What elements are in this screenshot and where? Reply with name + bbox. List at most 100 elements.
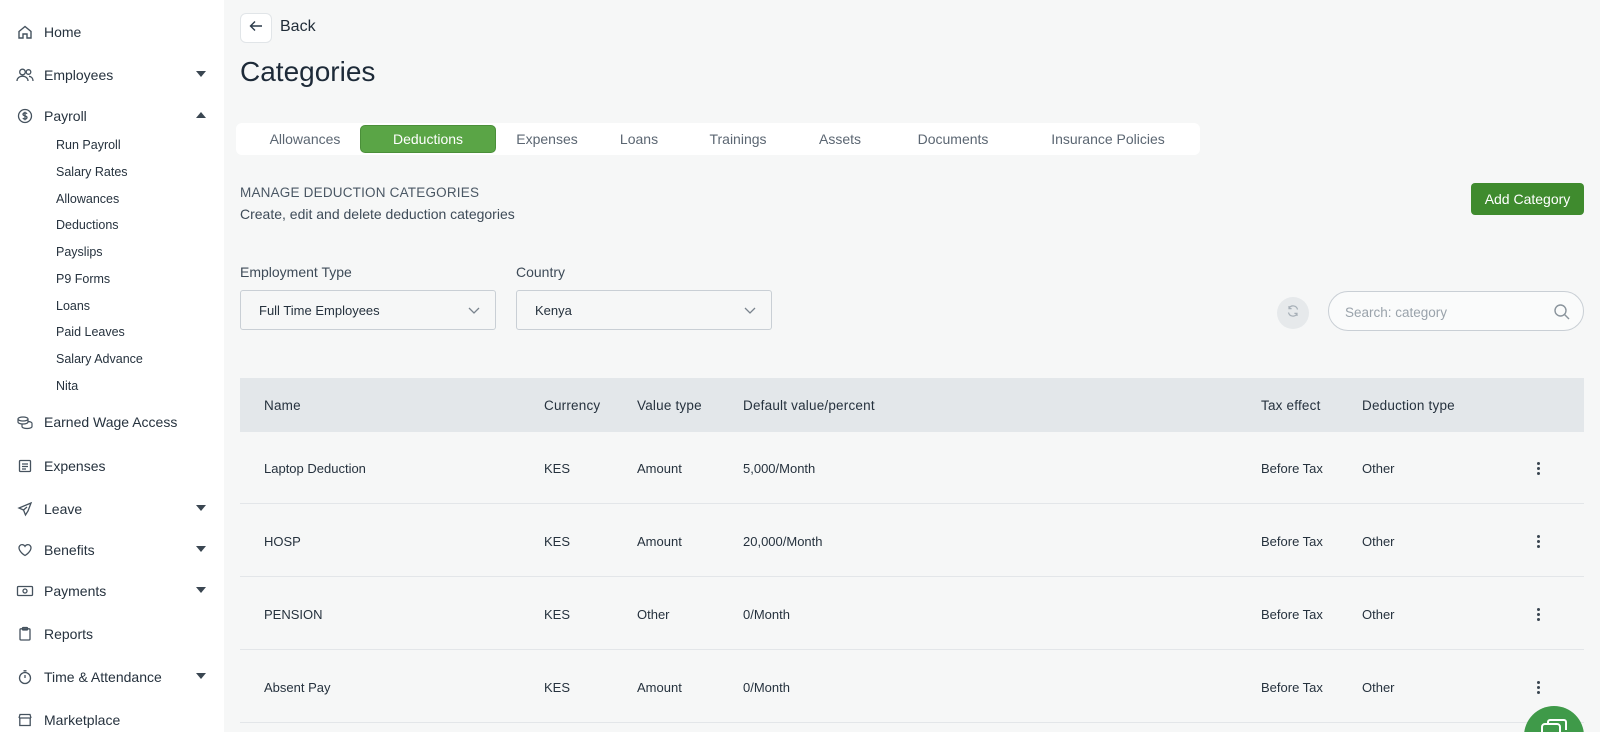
chevron-up-icon	[196, 112, 206, 118]
table-row[interactable]: HOSP KES Amount 20,000/Month Before Tax …	[240, 505, 1584, 577]
table-header: Name Currency Value type Default value/p…	[240, 378, 1584, 432]
chat-icon	[1540, 718, 1568, 732]
clipboard-icon	[16, 625, 34, 643]
cell-currency: KES	[544, 461, 571, 476]
cell-value-type: Amount	[637, 680, 682, 695]
nav-reports[interactable]: Reports	[0, 617, 224, 651]
tab-trainings[interactable]: Trainings	[698, 125, 778, 153]
more-options-icon[interactable]	[1530, 675, 1546, 699]
cell-deduction-type: Other	[1362, 680, 1395, 695]
tab-allowances[interactable]: Allowances	[252, 125, 358, 153]
tab-expenses[interactable]: Expenses	[504, 125, 590, 153]
arrow-left-icon	[249, 19, 263, 37]
search-input[interactable]	[1345, 301, 1545, 323]
sidebar-item-paid-leaves[interactable]: Paid Leaves	[56, 320, 125, 344]
cell-name: Laptop Deduction	[264, 461, 366, 476]
sidebar-item-run-payroll[interactable]: Run Payroll	[56, 133, 121, 157]
refresh-icon	[1286, 304, 1300, 323]
country-value: Kenya	[535, 302, 572, 318]
column-header-tax-effect: Tax effect	[1261, 398, 1321, 413]
chevron-down-icon	[743, 303, 757, 320]
more-options-icon[interactable]	[1530, 602, 1546, 626]
back-button[interactable]	[240, 13, 272, 43]
tab-insurance-policies[interactable]: Insurance Policies	[1034, 125, 1182, 153]
nav-marketplace-label: Marketplace	[44, 712, 121, 728]
cell-default-value: 5,000/Month	[743, 461, 816, 476]
column-header-deduction-type: Deduction type	[1362, 398, 1455, 413]
search-icon[interactable]	[1553, 303, 1571, 326]
nav-time-attendance-label: Time & Attendance	[44, 669, 162, 685]
page-title: Categories	[240, 56, 376, 87]
sidebar-item-salary-advance[interactable]: Salary Advance	[56, 347, 143, 371]
nav-payments-label: Payments	[44, 583, 107, 599]
cell-deduction-type: Other	[1362, 461, 1395, 476]
sidebar: Home Employees Payroll Run Payroll Salar…	[0, 0, 224, 732]
table-row[interactable]: Laptop Deduction KES Amount 5,000/Month …	[240, 432, 1584, 504]
nav-benefits[interactable]: Benefits	[0, 533, 224, 567]
cell-default-value: 0/Month	[743, 607, 790, 622]
nav-payroll-label: Payroll	[44, 108, 87, 124]
back-link[interactable]: Back	[280, 18, 316, 36]
cell-name: Absent Pay	[264, 680, 331, 695]
cell-value-type: Amount	[637, 461, 682, 476]
tab-deductions[interactable]: Deductions	[360, 125, 496, 153]
heart-icon	[16, 541, 34, 559]
cell-value-type: Amount	[637, 534, 682, 549]
sidebar-item-salary-rates[interactable]: Salary Rates	[56, 160, 128, 184]
employment-type-label: Employment Type	[240, 264, 352, 280]
sidebar-item-allowances[interactable]: Allowances	[56, 187, 119, 211]
nav-payroll[interactable]: Payroll	[0, 99, 224, 133]
nav-payments[interactable]: Payments	[0, 574, 224, 608]
nav-employees[interactable]: Employees	[0, 58, 224, 92]
chevron-down-icon	[196, 587, 206, 593]
nav-leave-label: Leave	[44, 501, 83, 517]
sidebar-item-p9-forms[interactable]: P9 Forms	[56, 267, 110, 291]
receipt-icon	[16, 457, 34, 475]
nav-home[interactable]: Home	[0, 15, 224, 49]
section-title: MANAGE DEDUCTION CATEGORIES	[240, 185, 480, 200]
tab-documents[interactable]: Documents	[900, 125, 1006, 153]
cash-icon	[16, 582, 34, 600]
search-box	[1328, 291, 1584, 331]
nav-expenses-label: Expenses	[44, 458, 106, 474]
refresh-button[interactable]	[1277, 297, 1309, 329]
cell-deduction-type: Other	[1362, 534, 1395, 549]
tab-assets[interactable]: Assets	[808, 125, 872, 153]
column-header-value-type: Value type	[637, 398, 702, 413]
nav-expenses[interactable]: Expenses	[0, 449, 224, 483]
tab-loans[interactable]: Loans	[608, 125, 670, 153]
cell-name: HOSP	[264, 534, 301, 549]
cell-currency: KES	[544, 607, 571, 622]
cell-name: PENSION	[264, 607, 323, 622]
chevron-down-icon	[196, 673, 206, 679]
nav-marketplace[interactable]: Marketplace	[0, 703, 224, 732]
cell-tax-effect: Before Tax	[1261, 680, 1323, 695]
sidebar-item-payslips[interactable]: Payslips	[56, 240, 103, 264]
cell-tax-effect: Before Tax	[1261, 534, 1323, 549]
sidebar-item-nita[interactable]: Nita	[56, 374, 78, 398]
chevron-down-icon	[196, 505, 206, 511]
nav-leave[interactable]: Leave	[0, 492, 224, 526]
cell-value-type: Other	[637, 607, 670, 622]
add-category-button[interactable]: Add Category	[1471, 183, 1584, 215]
nav-time-attendance[interactable]: Time & Attendance	[0, 660, 224, 694]
country-label: Country	[516, 264, 566, 280]
nav-reports-label: Reports	[44, 626, 94, 642]
more-options-icon[interactable]	[1530, 456, 1546, 480]
dollar-circle-icon	[16, 107, 34, 125]
sidebar-item-deductions[interactable]: Deductions	[56, 213, 119, 237]
cell-tax-effect: Before Tax	[1261, 607, 1323, 622]
table-row[interactable]: Absent Pay KES Amount 0/Month Before Tax…	[240, 651, 1584, 723]
sidebar-item-loans[interactable]: Loans	[56, 294, 90, 318]
home-icon	[16, 23, 34, 41]
nav-earned-wage-access-label: Earned Wage Access	[44, 414, 178, 430]
more-options-icon[interactable]	[1530, 529, 1546, 553]
stopwatch-icon	[16, 668, 34, 686]
chevron-down-icon	[467, 303, 481, 320]
country-select[interactable]: Kenya	[516, 290, 772, 330]
chevron-down-icon	[196, 71, 206, 77]
nav-benefits-label: Benefits	[44, 542, 95, 558]
nav-earned-wage-access[interactable]: Earned Wage Access	[0, 405, 224, 439]
table-row[interactable]: PENSION KES Other 0/Month Before Tax Oth…	[240, 578, 1584, 650]
employment-type-select[interactable]: Full Time Employees	[240, 290, 496, 330]
